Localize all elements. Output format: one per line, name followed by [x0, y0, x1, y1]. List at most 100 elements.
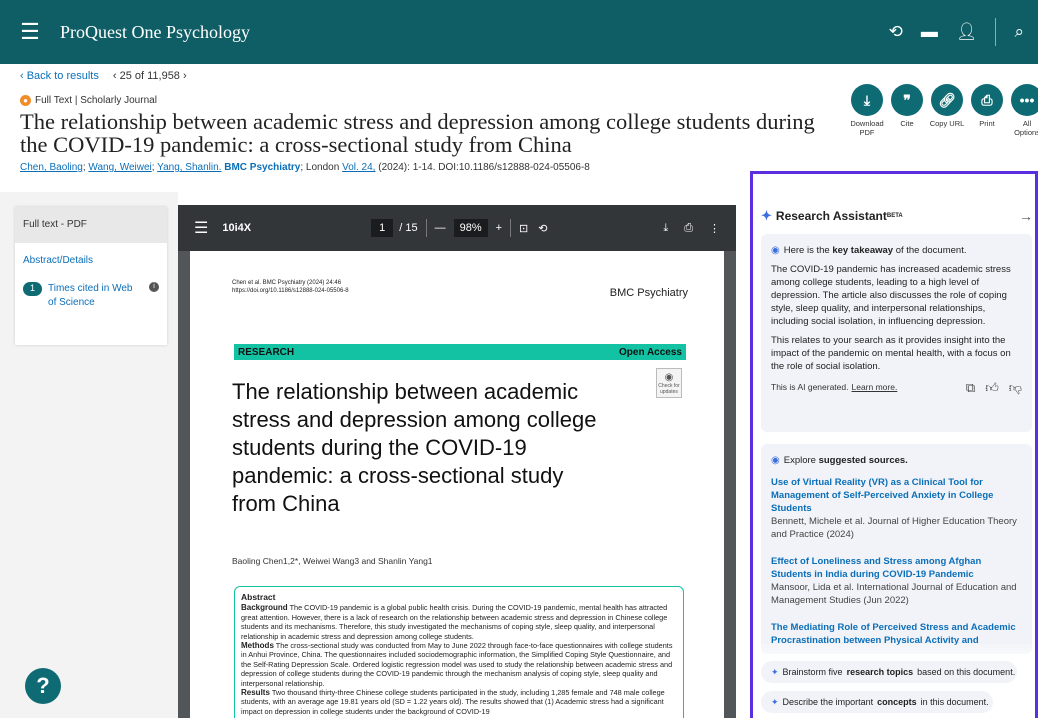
cite-button[interactable]: ❞ Cite [890, 84, 924, 137]
volume-link[interactable]: Vol. 24, [342, 162, 375, 173]
folder-icon[interactable]: ▬ [921, 22, 938, 42]
summary-paragraph: The COVID-19 pandemic has increased acad… [771, 264, 1011, 327]
takeaway-card: ◉ Here is the key takeaway of the documen… [761, 234, 1032, 432]
ai-footer: This is AI generated. Learn more. ⧉ 👍︎ 👎… [771, 381, 1022, 394]
brand-title[interactable]: ProQuest One Psychology [60, 22, 250, 43]
quote-icon[interactable]: ❞ [891, 84, 923, 116]
help-button[interactable]: ? [25, 668, 61, 704]
page-total: / 15 [399, 222, 418, 234]
result-position[interactable]: ‹ 25 of 11,958 › [113, 70, 187, 82]
user-icon[interactable]: 👤︎ [956, 22, 978, 42]
page-doi: https://doi.org/10.1186/s12888-024-05506… [232, 288, 349, 294]
research-band: RESEARCH Open Access [234, 344, 686, 360]
doc-type-label: Full Text | Scholarly Journal [35, 95, 157, 106]
thumbs-up-icon[interactable]: 👍︎ [985, 381, 999, 394]
rotate-icon[interactable]: ⟲ [538, 222, 547, 235]
prompt-research-topics[interactable]: ✦ Brainstorm five research topics based … [761, 661, 1017, 683]
pdf-more-icon[interactable]: ⋮ [709, 222, 720, 235]
link-icon[interactable]: 🔗︎ [931, 84, 963, 116]
fit-page-icon[interactable]: ⊡ [519, 222, 528, 235]
download-pdf-button[interactable]: ⤓ Download PDF [850, 84, 884, 137]
source-meta: Bennett, Michele et al. Journal of Highe… [771, 516, 1017, 540]
beta-badge: BETA [886, 213, 903, 219]
all-options-label: All Options [1014, 119, 1038, 137]
source-link[interactable]: Effect of Loneliness and Stress among Af… [771, 555, 1022, 581]
pdf-file-name: 10i4X [222, 222, 252, 234]
ai-icon: ◉ [771, 245, 780, 256]
all-options-button[interactable]: ••• All Options [1010, 84, 1038, 137]
citation-line: Chen, Baoling; Wang, Weiwei; Yang, Shanl… [20, 162, 590, 173]
top-header: ☰ ProQuest One Psychology ⟲ ▬ 👤︎ ⌕ [0, 0, 1038, 64]
thumbs-down-icon[interactable]: 👎︎ [1009, 381, 1022, 394]
results-label: Results [241, 688, 270, 698]
assistant-title: Research Assistant [775, 209, 887, 223]
ai-icon: ◉ [771, 455, 780, 466]
zoom-controls: — 98% + [425, 219, 512, 237]
research-assistant-panel: ✦ Research Assistant BETA → ◉ Here is the … [750, 171, 1038, 718]
page-header: Chen et al. BMC Psychiatry (2024) 24:46 … [232, 279, 349, 295]
history-icon[interactable]: ⟲ [889, 22, 903, 42]
left-nav-card: Full text - PDF Abstract/Details 1 Times… [15, 207, 167, 345]
takeaway-intro: ◉ Here is the key takeaway of the documen… [771, 245, 967, 256]
page-journal: BMC Psychiatry [609, 287, 688, 299]
pdf-print-icon[interactable]: ⎙ [684, 222, 693, 235]
toolbar-divider [510, 219, 512, 237]
cite-label: Cite [900, 119, 914, 128]
page-input[interactable]: 1 [371, 219, 394, 237]
record-actions: ⤓ Download PDF ❞ Cite 🔗︎ Copy URL ⎙ Prin… [850, 84, 1038, 137]
nav-full-text-pdf[interactable]: Full text - PDF [15, 207, 167, 243]
pdf-toolbar: ☰ 10i4X 1 / 15 — 98% + ⊡ ⟲ ⤓ ⎙ ⋮ [178, 205, 736, 251]
check-updates-badge[interactable]: ◉ Check for updates [656, 368, 682, 398]
author-link[interactable]: Wang, Weiwei [88, 162, 151, 173]
hamburger-menu-icon[interactable]: ☰ [0, 0, 60, 64]
learn-more-link[interactable]: Learn more. [852, 381, 898, 394]
zoom-in-icon[interactable]: + [496, 222, 502, 234]
times-cited[interactable]: 1 Times cited in Web of Science i [15, 278, 167, 314]
pdf-page: Chen et al. BMC Psychiatry (2024) 24:46 … [190, 251, 724, 718]
sparkle-icon: ✦ [771, 666, 779, 677]
sparkle-icon: ✦ [761, 208, 772, 223]
background-label: Background [241, 603, 288, 613]
print-icon[interactable]: ⎙ [971, 84, 1003, 116]
author-link[interactable]: Yang, Shanlin. [157, 162, 221, 173]
background-text: The COVID-19 pandemic is a global public… [241, 603, 668, 641]
breadcrumb: ‹ Back to results ‹ 25 of 11,958 › [20, 70, 187, 82]
pdf-menu-icon[interactable]: ☰ [178, 218, 208, 238]
header-divider [995, 18, 997, 46]
page-title: The relationship between academic stress… [232, 379, 597, 516]
explore-heading: ◉ Explore suggested sources. [771, 455, 908, 466]
times-cited-link[interactable]: Times cited in Web of Science [48, 282, 140, 310]
methods-text: The cross-sectional study was conducted … [241, 641, 673, 688]
more-icon[interactable]: ••• [1011, 84, 1038, 116]
page-citation: Chen et al. BMC Psychiatry (2024) 24:46 [232, 280, 342, 286]
print-button[interactable]: ⎙ Print [970, 84, 1004, 137]
citation-rest: (2024): 1-14. DOI:10.1186/s12888-024-055… [378, 162, 590, 173]
search-icon[interactable]: ⌕ [1014, 22, 1024, 42]
abstract-heading: Abstract [241, 592, 276, 602]
zoom-out-icon[interactable]: — [435, 222, 446, 234]
journal-link[interactable]: BMC Psychiatry [224, 162, 300, 173]
pdf-download-icon[interactable]: ⤓ [663, 222, 668, 235]
zoom-level[interactable]: 98% [453, 219, 488, 237]
sparkle-icon: ✦ [771, 696, 779, 707]
back-to-results-link[interactable]: ‹ Back to results [20, 70, 99, 82]
page-authors: Baoling Chen1,2*, Weiwei Wang3 and Shanl… [232, 556, 433, 566]
assistant-header: ✦ Research Assistant BETA → [761, 208, 1033, 224]
info-icon[interactable]: i [149, 282, 159, 292]
suggested-sources-card: ◉ Explore suggested sources. Use of Virtu… [761, 444, 1032, 654]
relevance-paragraph: This relates to your search as it provid… [771, 335, 1011, 372]
pdf-viewer: ☰ 10i4X 1 / 15 — 98% + ⊡ ⟲ ⤓ ⎙ ⋮ Chen et… [178, 205, 736, 718]
author-link[interactable]: Chen, Baoling [20, 162, 83, 173]
copy-icon[interactable]: ⧉ [966, 381, 975, 394]
abstract-box: Abstract Background The COVID-19 pandemi… [234, 586, 684, 718]
source-link[interactable]: Use of Virtual Reality (VR) as a Clinica… [771, 476, 1022, 515]
methods-label: Methods [241, 641, 274, 651]
copy-url-label: Copy URL [929, 119, 965, 128]
copy-url-button[interactable]: 🔗︎ Copy URL [930, 84, 964, 137]
nav-abstract-details[interactable]: Abstract/Details [15, 243, 167, 278]
download-pdf-icon[interactable]: ⤓ [851, 84, 883, 116]
prompt-concepts[interactable]: ✦ Describe the important concepts in thi… [761, 691, 993, 713]
open-access-icon: ● [20, 95, 31, 106]
toolbar-divider [425, 219, 427, 237]
collapse-arrow-icon[interactable]: → [1019, 208, 1033, 224]
